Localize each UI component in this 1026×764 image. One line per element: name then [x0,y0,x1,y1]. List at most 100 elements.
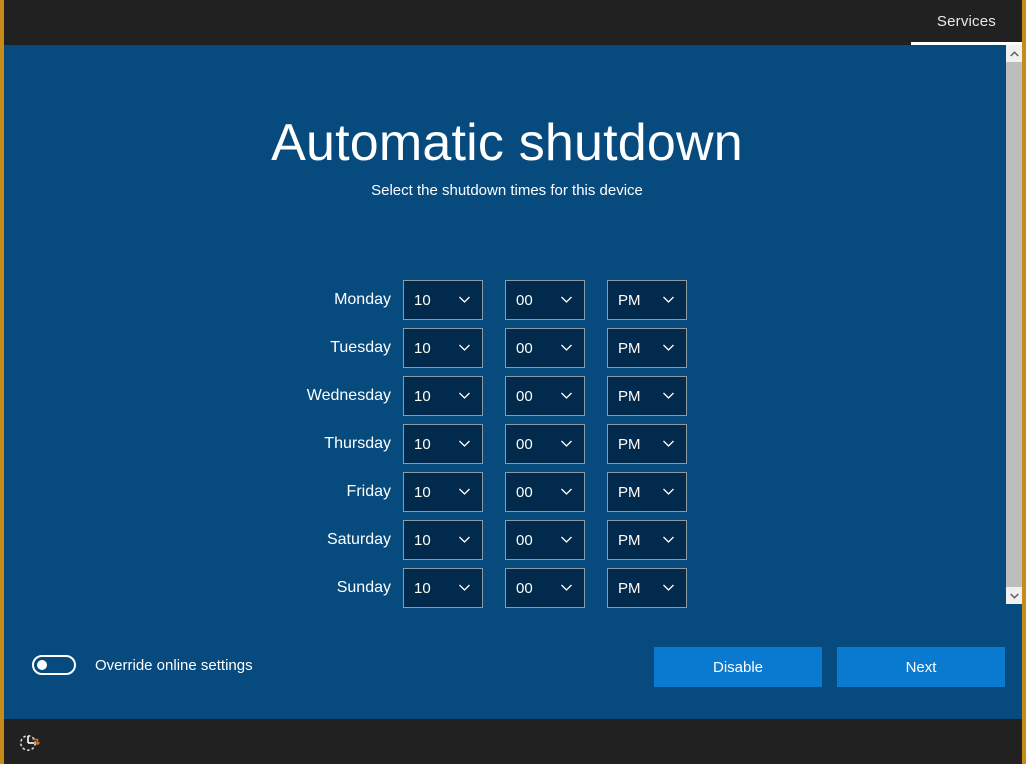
minute-dropdown-wednesday[interactable]: 00 [505,376,585,416]
status-bar [4,719,1022,764]
chevron-down-icon [560,485,573,498]
footer-button-group: Disable Next [654,647,1005,687]
minute-dropdown-value: 00 [506,580,533,597]
day-label-sunday: Sunday [4,579,403,597]
minute-dropdown-friday[interactable]: 00 [505,472,585,512]
chevron-down-icon [662,581,675,594]
chevron-down-icon [560,581,573,594]
chevron-down-icon [458,389,471,402]
meridiem-dropdown-monday[interactable]: PM [607,280,687,320]
meridiem-dropdown-saturday[interactable]: PM [607,520,687,560]
chevron-down-icon [662,389,675,402]
meridiem-dropdown-value: PM [608,388,641,405]
day-label-monday: Monday [4,291,403,309]
chevron-down-icon [458,437,471,450]
minute-dropdown-value: 00 [506,484,533,501]
panel-footer: Override online settings Disable Next [4,633,1010,719]
toggle-switch-knob [37,660,47,670]
chevron-down-icon [662,341,675,354]
scrollbar-thumb[interactable] [1006,62,1022,587]
minute-dropdown-thursday[interactable]: 00 [505,424,585,464]
chevron-down-icon [560,341,573,354]
hour-dropdown-value: 10 [404,532,431,549]
chevron-down-icon [560,389,573,402]
override-online-settings-toggle[interactable]: Override online settings [32,655,253,675]
minute-dropdown-value: 00 [506,388,533,405]
meridiem-dropdown-wednesday[interactable]: PM [607,376,687,416]
chevron-down-icon [458,485,471,498]
chevron-down-icon [458,293,471,306]
schedule-row: Tuesday10 00 PM [4,324,709,372]
schedule-row: Saturday1000PM [4,516,709,564]
chevron-down-icon [560,293,573,306]
top-bar-tabs: Services [911,0,1022,45]
meridiem-dropdown-friday[interactable]: PM [607,472,687,512]
chevron-down-icon [458,581,471,594]
scrollbar-track-bottom[interactable] [1006,604,1022,719]
power-shutdown-icon[interactable] [18,731,40,753]
chevron-down-icon [662,437,675,450]
hour-dropdown-value: 10 [404,484,431,501]
minute-dropdown-sunday[interactable]: 00 [505,568,585,608]
main-panel: Automatic shutdown Select the shutdown t… [4,45,1010,719]
hour-dropdown-sunday[interactable]: 10 [403,568,483,608]
tab-services-label: Services [937,13,996,30]
minute-dropdown-saturday[interactable]: 00 [505,520,585,560]
meridiem-dropdown-value: PM [608,484,641,501]
schedule-row: Monday10 00 PM [4,276,709,324]
hour-dropdown-saturday[interactable]: 10 [403,520,483,560]
toggle-switch-track[interactable] [32,655,76,675]
meridiem-dropdown-value: PM [608,532,641,549]
hour-dropdown-value: 10 [404,436,431,453]
schedule-row: Thursday10 00 PM [4,420,709,468]
hour-dropdown-value: 10 [404,340,431,357]
next-button[interactable]: Next [837,647,1005,687]
top-bar: Services [4,0,1022,45]
day-label-friday: Friday [4,483,403,501]
hour-dropdown-thursday[interactable]: 10 [403,424,483,464]
schedule-row: Sunday10 00 PM [4,564,709,612]
vertical-scrollbar[interactable] [1006,45,1022,719]
schedule-row: Friday10 00 PM [4,468,709,516]
scrollbar-up-button[interactable] [1006,45,1022,62]
minute-dropdown-tuesday[interactable]: 00 [505,328,585,368]
minute-dropdown-value: 00 [506,340,533,357]
day-label-thursday: Thursday [4,435,403,453]
hour-dropdown-monday[interactable]: 10 [403,280,483,320]
hour-dropdown-friday[interactable]: 10 [403,472,483,512]
chevron-down-icon [662,533,675,546]
hour-dropdown-tuesday[interactable]: 10 [403,328,483,368]
minute-dropdown-value: 00 [506,292,533,309]
disable-button[interactable]: Disable [654,647,822,687]
page-title: Automatic shutdown [4,117,1010,169]
meridiem-dropdown-value: PM [608,436,641,453]
meridiem-dropdown-value: PM [608,292,641,309]
chevron-down-icon [560,437,573,450]
hour-dropdown-value: 10 [404,580,431,597]
meridiem-dropdown-thursday[interactable]: PM [607,424,687,464]
chevron-down-icon [458,533,471,546]
hour-dropdown-value: 10 [404,292,431,309]
hour-dropdown-value: 10 [404,388,431,405]
chevron-down-icon [1010,593,1019,599]
chevron-up-icon [1010,51,1019,57]
day-label-wednesday: Wednesday [4,387,403,405]
tab-services[interactable]: Services [911,0,1022,45]
chevron-down-icon [458,341,471,354]
chevron-down-icon [662,485,675,498]
meridiem-dropdown-sunday[interactable]: PM [607,568,687,608]
chevron-down-icon [560,533,573,546]
hour-dropdown-wednesday[interactable]: 10 [403,376,483,416]
minute-dropdown-monday[interactable]: 00 [505,280,585,320]
chevron-down-icon [662,293,675,306]
schedule-row: Wednesday10 00 PM [4,372,709,420]
meridiem-dropdown-tuesday[interactable]: PM [607,328,687,368]
override-online-settings-label: Override online settings [95,657,253,674]
day-label-tuesday: Tuesday [4,339,403,357]
minute-dropdown-value: 00 [506,532,533,549]
shutdown-schedule: Monday1000PMTuesday1000PMWednesday1000PM… [4,276,709,612]
meridiem-dropdown-value: PM [608,580,641,597]
application-window: Services Automatic shutdown Select the s… [0,0,1026,764]
scrollbar-down-button[interactable] [1006,587,1022,604]
page-subtitle: Select the shutdown times for this devic… [4,182,1010,199]
